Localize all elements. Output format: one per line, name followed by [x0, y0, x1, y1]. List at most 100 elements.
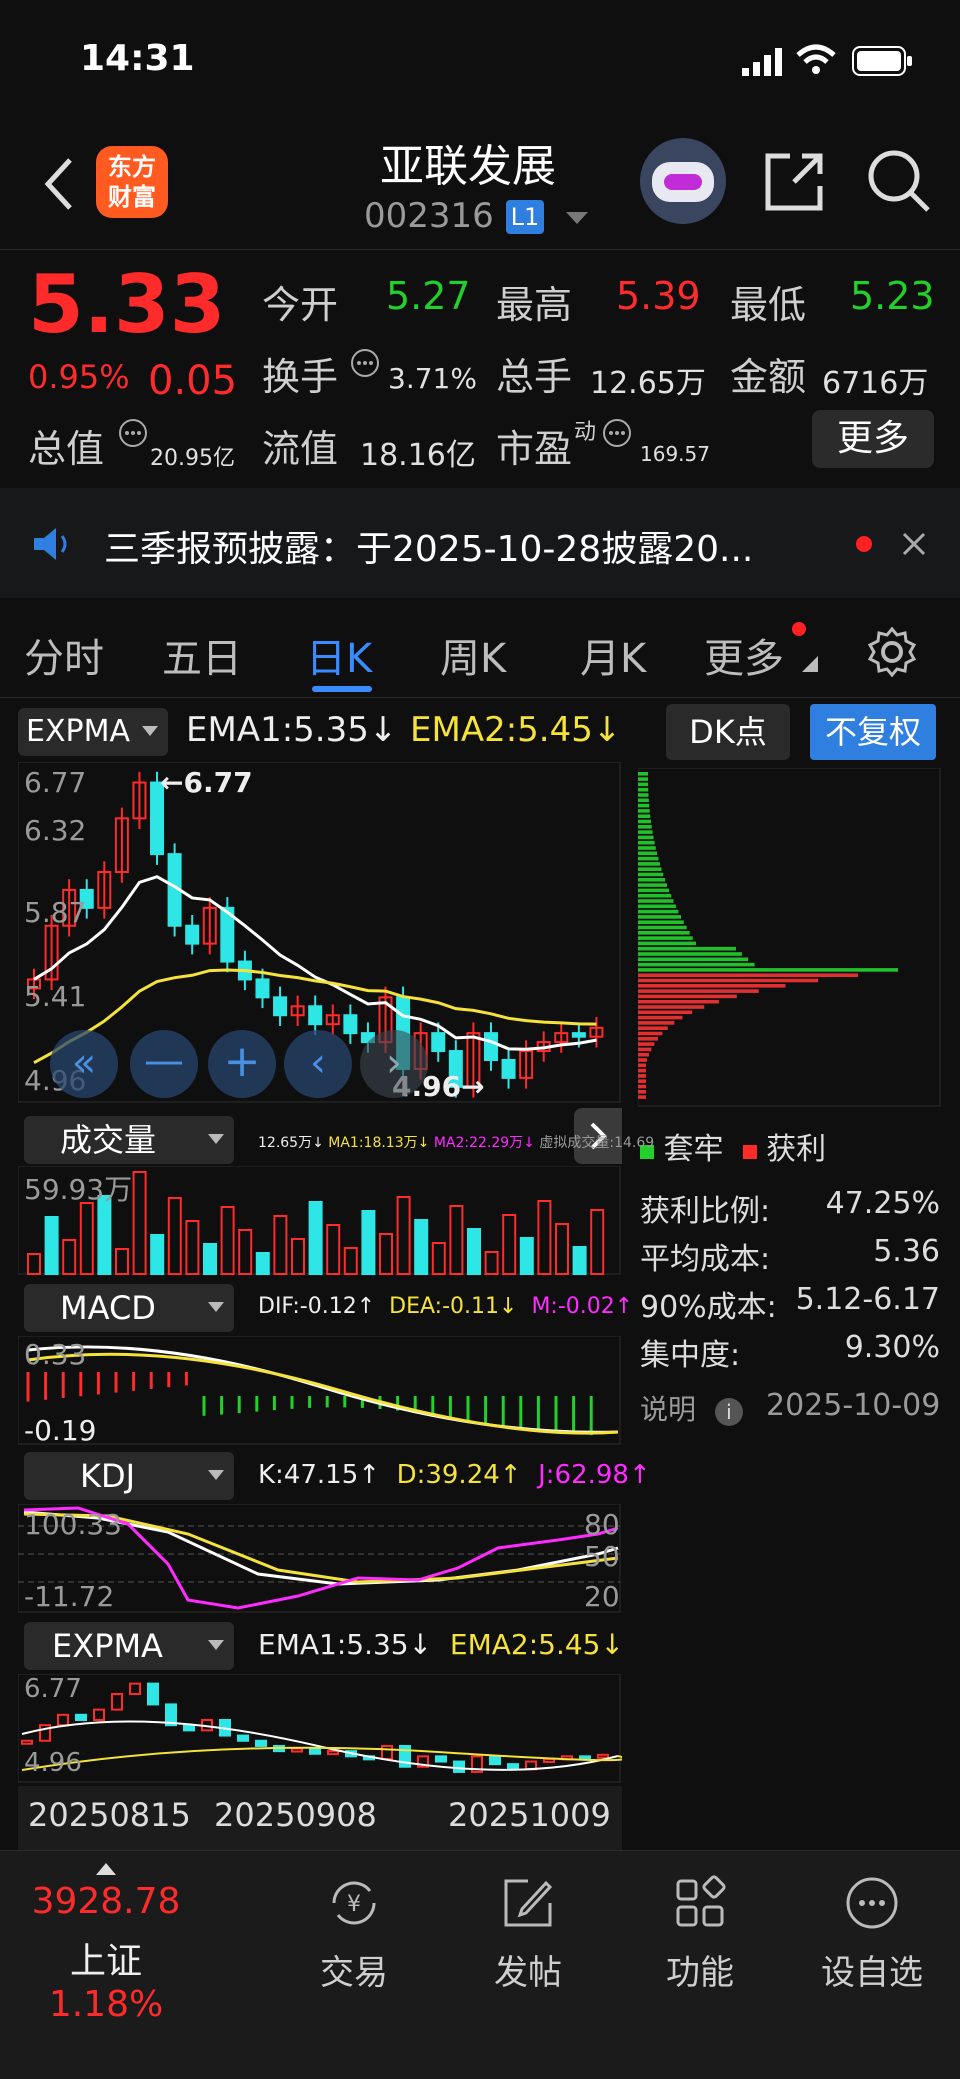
- dropdown-arrow-icon[interactable]: [566, 212, 588, 226]
- high-value: 5.39: [616, 274, 701, 318]
- scroll-left-button[interactable]: ‹: [284, 1030, 352, 1098]
- index-value: 3928.78: [31, 1881, 181, 1922]
- kdj-80-label: 80: [584, 1508, 620, 1541]
- change-amount: 0.05: [148, 358, 238, 404]
- dk-point-button[interactable]: DK点: [666, 704, 790, 760]
- zoom-out-button[interactable]: —: [130, 1030, 198, 1098]
- chevron-down-icon: [142, 726, 158, 736]
- high-label: 最高: [496, 283, 573, 327]
- ema2-value: EMA2:5.45↓: [410, 710, 622, 750]
- tab-week-k[interactable]: 周K: [440, 626, 506, 684]
- info-dots-icon[interactable]: [602, 418, 632, 448]
- share-icon[interactable]: [764, 150, 826, 212]
- pe-label: 市盈: [496, 427, 573, 471]
- svg-text:¥: ¥: [347, 1892, 361, 1917]
- stock-code: 002316: [364, 196, 494, 236]
- amount-label: 金额: [730, 355, 807, 399]
- app-logo: 东方 财富: [96, 146, 168, 218]
- level-badge: L1: [506, 200, 544, 234]
- volume-label: 总手: [496, 355, 573, 399]
- grid-icon: [676, 1875, 726, 1927]
- expma-top-label: 6.77: [24, 1674, 82, 1704]
- nav-functions[interactable]: 功能: [604, 1851, 796, 2021]
- volume-max-label: 59.93万: [24, 1173, 133, 1206]
- change-percent: 0.95%: [28, 358, 130, 396]
- macd-bottom-label: -0.19: [24, 1414, 97, 1447]
- edit-icon: [504, 1879, 553, 1927]
- index-ticker[interactable]: 3928.78 上证 1.18%: [10, 1851, 202, 2025]
- kdj-indicator-select[interactable]: KDJ: [24, 1452, 234, 1500]
- info-dots-icon[interactable]: [350, 348, 380, 378]
- chip-distribution: [638, 768, 941, 1107]
- volume-values: 12.65万↓ MA1:18.13万↓ MA2:22.29万↓ 虚拟成交量:14…: [258, 1135, 655, 1151]
- more-red-dot: [792, 622, 806, 636]
- y-label-4: 5.41: [24, 980, 87, 1013]
- tab-day-k[interactable]: 日K: [306, 626, 372, 684]
- expma-mini-chart: [18, 1674, 622, 1783]
- more-button[interactable]: 更多: [812, 410, 934, 468]
- assistant-avatar[interactable]: [640, 138, 726, 224]
- chip-note[interactable]: 说明 i: [640, 1388, 743, 1428]
- date-label-2: 20250908: [214, 1796, 377, 1834]
- info-icon: i: [714, 1398, 743, 1426]
- open-label: 今开: [262, 283, 339, 327]
- wifi-icon: [796, 44, 836, 74]
- nav-add-watchlist[interactable]: 设自选: [776, 1851, 960, 2021]
- tab-minute[interactable]: 分时: [24, 626, 104, 684]
- y-label-2: 6.32: [24, 814, 87, 847]
- speaker-icon: [34, 528, 67, 560]
- stock-header: 东方 财富 亚联发展 002316 L1: [0, 120, 960, 250]
- float-value: 18.16亿: [360, 438, 476, 473]
- tab-month-k[interactable]: 月K: [580, 626, 646, 684]
- bottom-nav: 3928.78 上证 1.18% ¥ 交易 发帖 功能 设自选: [0, 1850, 960, 2079]
- kdj-50-label: 50: [584, 1540, 620, 1573]
- chip-legend: 套牢 获利: [640, 1124, 826, 1168]
- chip-stats: 获利比例: 47.25% 平均成本: 5.36 90%成本: 5.12-6.17 集中…: [640, 1186, 940, 1373]
- date-label-3: 20251009: [448, 1796, 611, 1834]
- chevron-down-icon: [208, 1134, 224, 1144]
- info-dots-icon[interactable]: [118, 418, 148, 448]
- nav-trade[interactable]: ¥ 交易: [258, 1851, 450, 2021]
- corner-arrow-icon: [802, 656, 818, 672]
- active-tab-indicator: [312, 686, 372, 692]
- tab-five-day[interactable]: 五日: [162, 626, 242, 684]
- close-icon[interactable]: [902, 532, 926, 556]
- status-bar: 14:31: [0, 0, 960, 120]
- high-marker: ←6.77: [160, 766, 253, 799]
- period-tabs: 分时 五日 日K 周K 月K 更多: [0, 598, 960, 698]
- expma-indicator-select[interactable]: EXPMA: [24, 1622, 234, 1670]
- y-label-3: 5.87: [24, 896, 87, 929]
- unread-dot: [856, 536, 872, 552]
- zoom-in-button[interactable]: +: [208, 1030, 276, 1098]
- chevron-down-icon: [208, 1470, 224, 1480]
- status-time: 14:31: [80, 38, 195, 79]
- more-dots-icon: [846, 1877, 898, 1929]
- macd-indicator-select[interactable]: MACD: [24, 1284, 234, 1332]
- no-adjust-button[interactable]: 不复权: [810, 704, 936, 760]
- main-indicator-select[interactable]: EXPMA: [18, 708, 168, 756]
- chevron-down-icon: [208, 1640, 224, 1650]
- macd-values: DIF:-0.12↑ DEA:-0.11↓ M:-0.02↑: [258, 1294, 634, 1319]
- kdj-20-label: 20: [584, 1580, 620, 1613]
- tab-more[interactable]: 更多: [704, 626, 784, 684]
- volume-indicator-select[interactable]: 成交量: [24, 1116, 234, 1164]
- current-price: 5.33: [28, 258, 226, 351]
- turnover-label: 换手: [262, 355, 339, 399]
- signal-icon: [742, 48, 782, 76]
- date-axis: 20250815 20250908 20251009: [18, 1786, 622, 1850]
- float-label: 流值: [262, 427, 339, 471]
- quote-panel: 5.33 0.95% 0.05 今开 5.27 最高 5.39 最低 5.23 …: [0, 252, 960, 484]
- pe-superscript: 动: [574, 420, 597, 445]
- volume-value: 12.65万: [590, 366, 706, 401]
- back-icon[interactable]: [40, 156, 76, 212]
- gear-icon[interactable]: [866, 626, 918, 678]
- notice-bar[interactable]: 三季报预披露：于2025-10-28披露20...: [0, 488, 960, 598]
- scroll-left-fast-button[interactable]: «: [50, 1030, 118, 1098]
- macd-top-label: 0.33: [24, 1338, 87, 1371]
- expma-values: EMA1:5.35↓ EMA2:5.45↓: [258, 1628, 624, 1661]
- scroll-right-button[interactable]: ›: [360, 1030, 428, 1098]
- yuan-swap-icon: ¥: [332, 1881, 376, 1925]
- nav-post[interactable]: 发帖: [432, 1851, 624, 2021]
- ema1-value: EMA1:5.35↓: [186, 710, 398, 750]
- search-icon[interactable]: [866, 148, 932, 214]
